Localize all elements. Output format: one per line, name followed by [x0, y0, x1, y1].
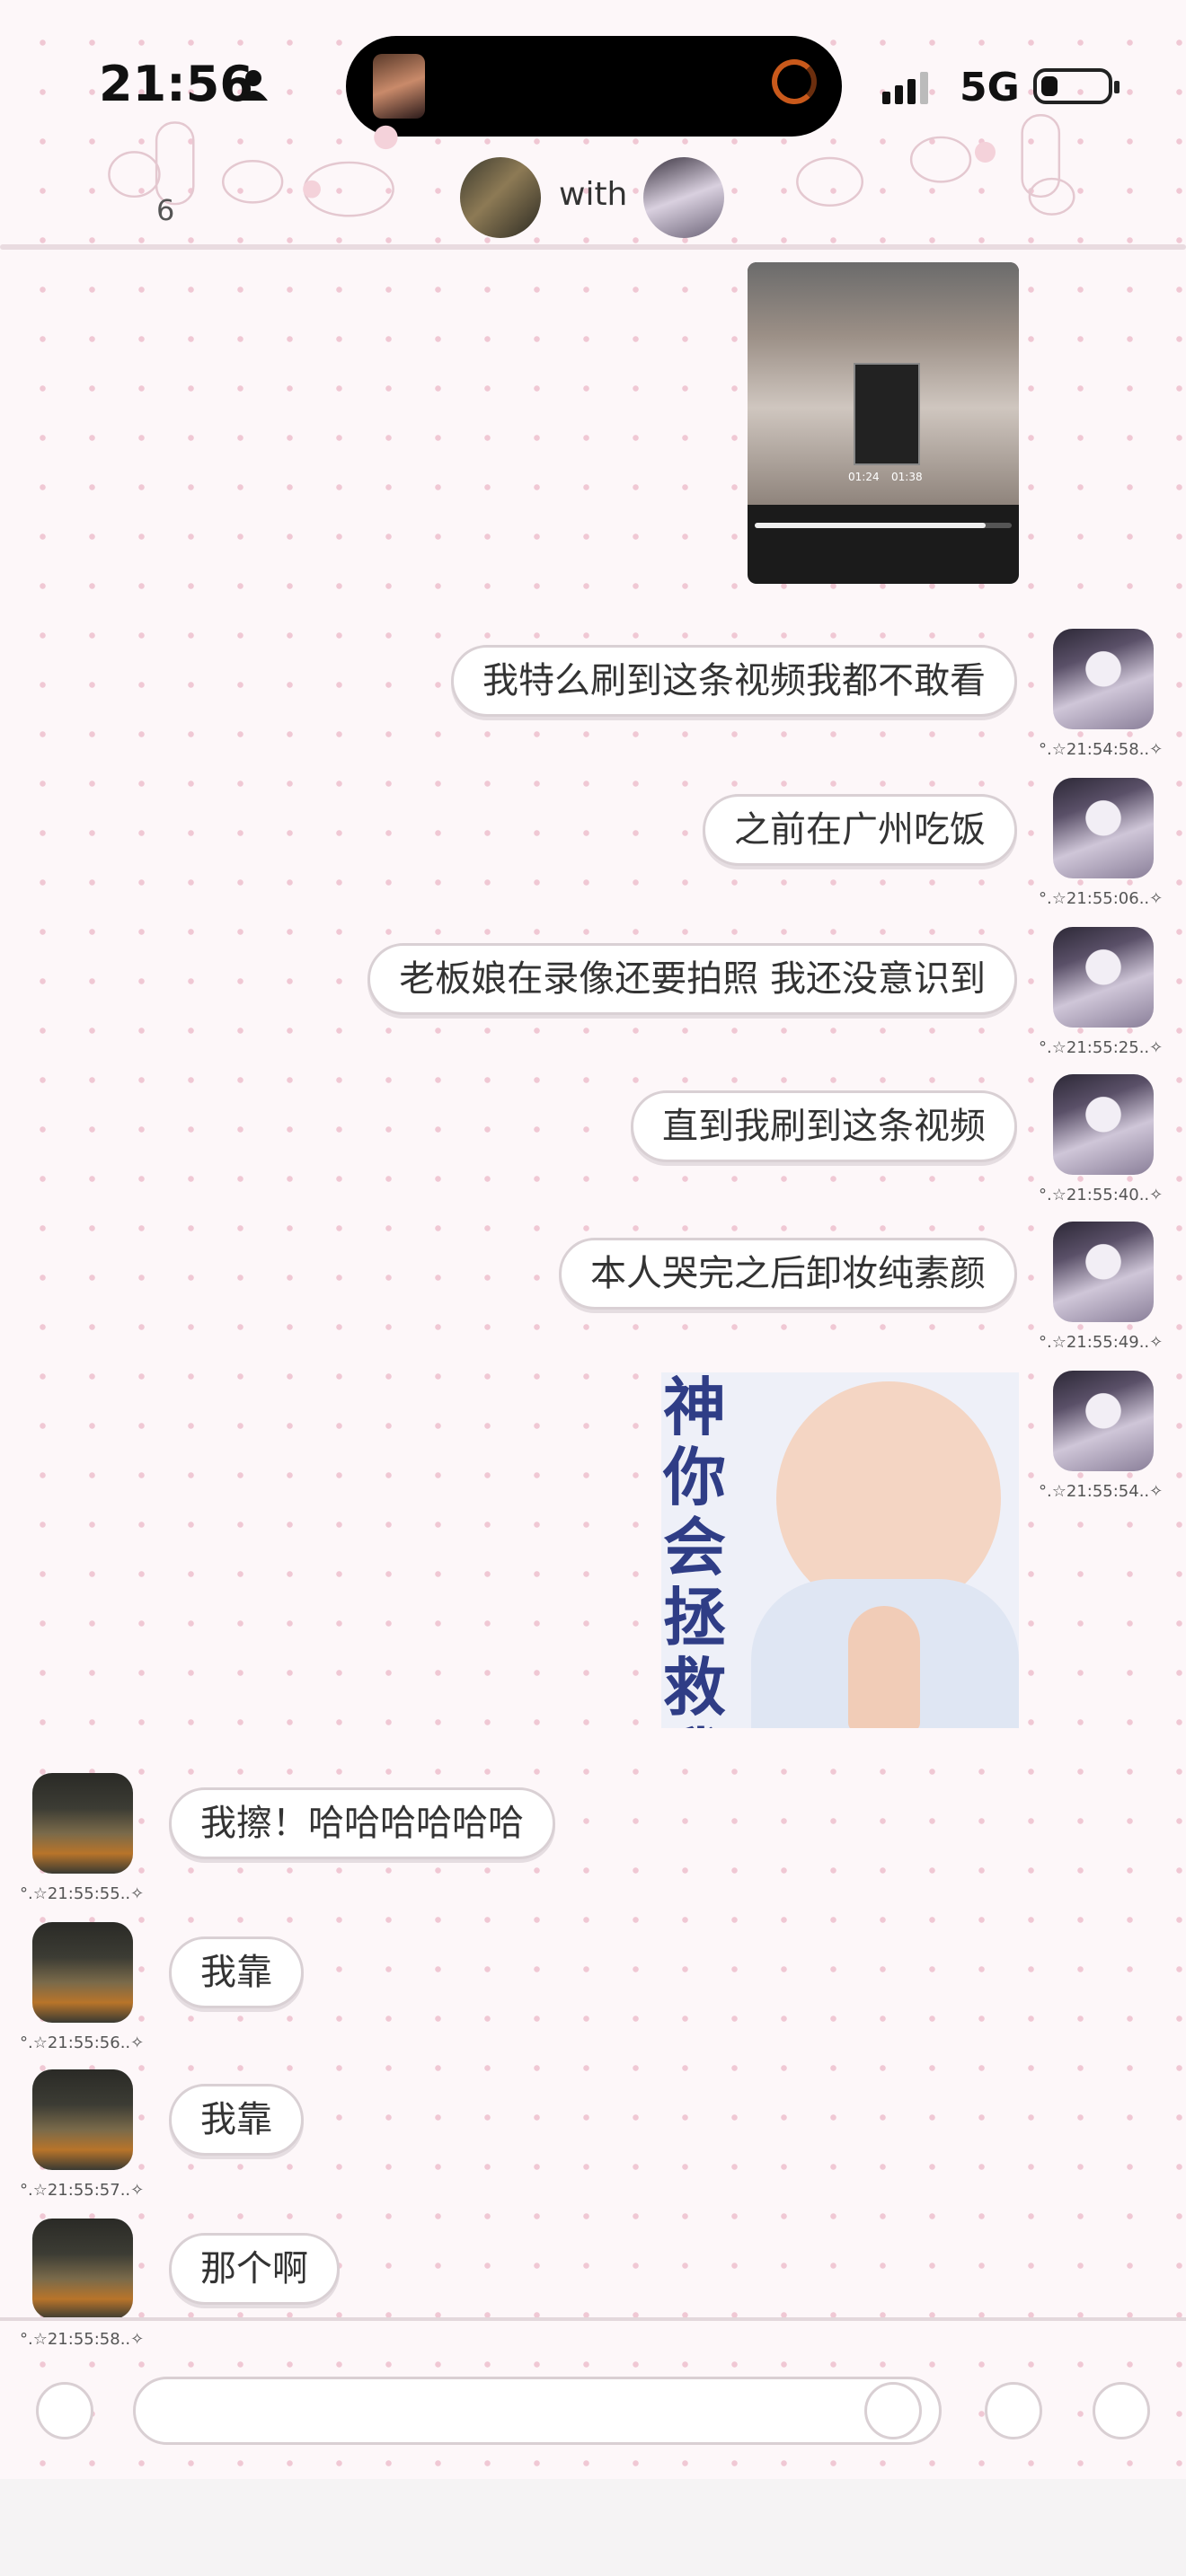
message-timestamp: °.☆21:55:57..✧: [20, 2181, 145, 2200]
message-timestamp: °.☆21:55:25..✧: [1039, 1038, 1164, 1057]
header-decoration: [108, 114, 1075, 217]
person-icon: [239, 70, 268, 101]
contact-message-avatar[interactable]: [32, 1922, 133, 2023]
message-timestamp: °.☆21:55:55..✧: [20, 1884, 145, 1903]
video-total-time: 01:38: [891, 471, 923, 483]
sticker-message[interactable]: 神你会拯救我吗: [661, 1372, 1019, 1728]
network-type: 5G: [960, 65, 1020, 110]
contact-avatar[interactable]: [460, 157, 541, 238]
activity-ring-icon: [772, 59, 817, 104]
message-input[interactable]: [133, 2377, 942, 2445]
incoming-message[interactable]: 我靠: [169, 2084, 304, 2156]
battery-icon: [1033, 68, 1120, 104]
video-inset-frame: [854, 363, 920, 465]
unread-count[interactable]: 6: [156, 193, 174, 227]
cellular-signal-icon: [882, 72, 928, 104]
outgoing-message[interactable]: 本人哭完之后卸妆纯素颜: [559, 1238, 1017, 1310]
status-time: 21:56: [99, 56, 253, 112]
my-message-avatar[interactable]: [1053, 1074, 1154, 1175]
home-indicator-area: [0, 2479, 1186, 2576]
outgoing-message[interactable]: 我特么刷到这条视频我都不敢看: [451, 645, 1017, 717]
voice-button[interactable]: [36, 2382, 93, 2439]
video-message[interactable]: 01:24 01:38: [748, 262, 1019, 584]
outgoing-message[interactable]: 老板娘在录像还要拍照 我还没意识到: [367, 943, 1017, 1015]
incoming-message[interactable]: 那个啊: [169, 2233, 340, 2305]
my-message-avatar[interactable]: [1053, 778, 1154, 878]
header-divider: [0, 244, 1186, 250]
incoming-message[interactable]: 我擦！哈哈哈哈哈哈: [169, 1787, 555, 1859]
my-message-avatar[interactable]: [1053, 629, 1154, 729]
message-timestamp: °.☆21:54:58..✧: [1039, 740, 1164, 759]
message-timestamp: °.☆21:55:49..✧: [1039, 1333, 1164, 1352]
outgoing-message[interactable]: 之前在广州吃饭: [703, 794, 1017, 866]
message-timestamp: °.☆21:55:06..✧: [1039, 889, 1164, 908]
message-timestamp: °.☆21:55:54..✧: [1039, 1482, 1164, 1501]
video-progress-bar[interactable]: [755, 523, 1012, 528]
video-thumbnail: [748, 262, 1019, 505]
message-timestamp: °.☆21:55:56..✧: [20, 2033, 145, 2052]
video-current-time: 01:24: [848, 471, 880, 483]
my-message-avatar[interactable]: [1053, 1222, 1154, 1322]
emoji-button[interactable]: [864, 2382, 922, 2439]
message-timestamp: °.☆21:55:40..✧: [1039, 1186, 1164, 1204]
add-button[interactable]: [1093, 2382, 1150, 2439]
outgoing-message[interactable]: 直到我刷到这条视频: [631, 1090, 1017, 1162]
my-message-avatar[interactable]: [1053, 927, 1154, 1028]
contact-message-avatar[interactable]: [32, 1773, 133, 1874]
my-message-avatar[interactable]: [1053, 1371, 1154, 1471]
chat-title: with: [559, 176, 628, 213]
my-avatar[interactable]: [643, 157, 724, 238]
contact-message-avatar[interactable]: [32, 2219, 133, 2319]
praying-hands: [848, 1606, 920, 1728]
sticker-caption: 神你会拯救我吗: [663, 1372, 726, 1728]
video-progress-fill: [755, 523, 987, 528]
contact-message-avatar[interactable]: [32, 2069, 133, 2170]
more-button[interactable]: [985, 2382, 1042, 2439]
incoming-message[interactable]: 我靠: [169, 1936, 304, 2008]
